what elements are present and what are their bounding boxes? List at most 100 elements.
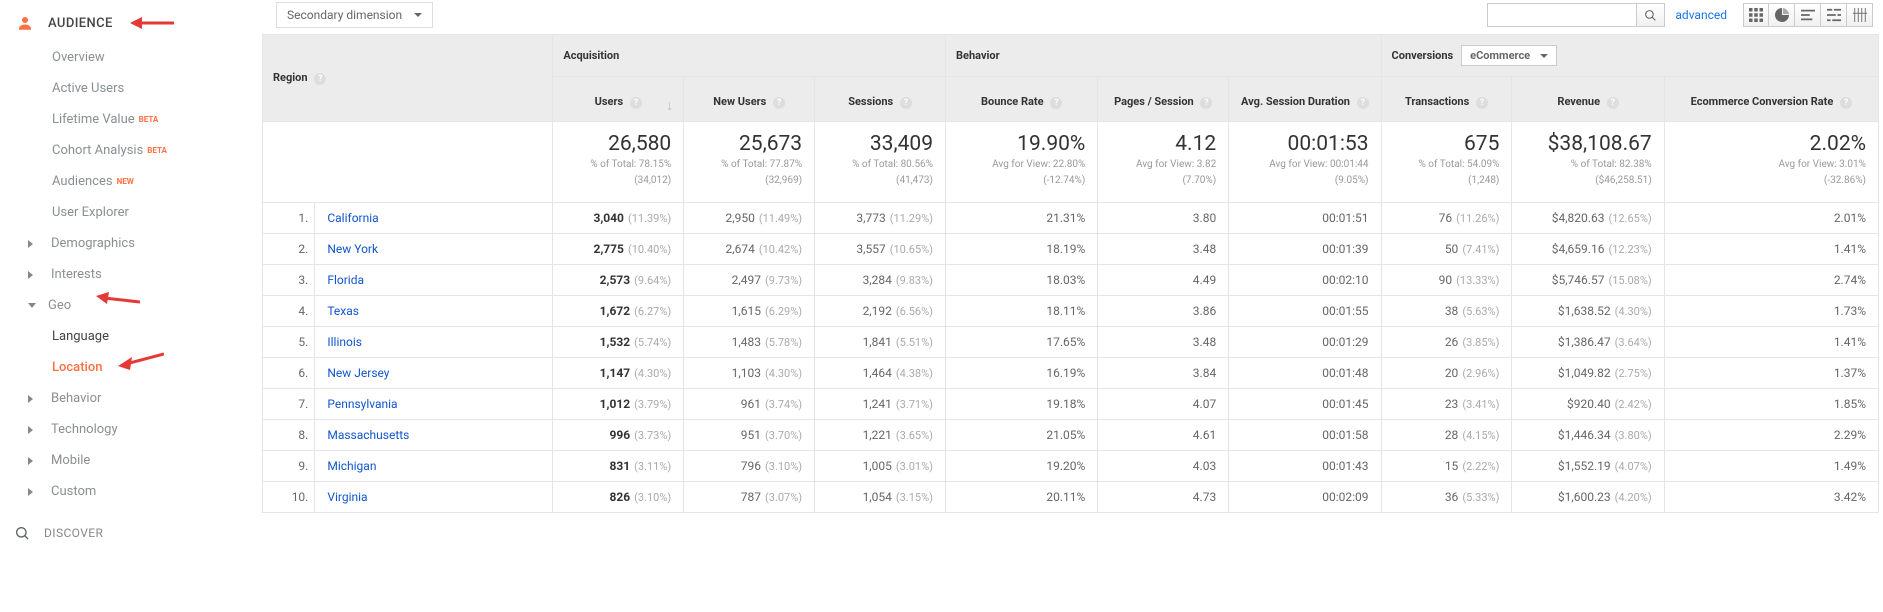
cell-users: 2,775(10.40%) xyxy=(553,234,684,265)
sidebar-item-overview[interactable]: Overview xyxy=(0,42,244,73)
help-icon[interactable]: ? xyxy=(1607,97,1619,109)
view-table-button[interactable] xyxy=(1743,3,1769,27)
view-comparison-button[interactable] xyxy=(1821,3,1847,27)
column-header-users[interactable]: Users ?↓ xyxy=(553,77,684,122)
cell-pages-session: 4.73 xyxy=(1098,482,1229,513)
cell-bounce-rate: 18.19% xyxy=(946,234,1098,265)
column-header-new-users[interactable]: New Users ? xyxy=(684,77,815,122)
help-icon[interactable]: ? xyxy=(1357,97,1369,109)
cell-new-users: 2,497(9.73%) xyxy=(684,265,815,296)
caret-right-icon xyxy=(28,426,37,434)
cell-users: 1,012(3.79%) xyxy=(553,389,684,420)
region-link[interactable]: Virginia xyxy=(327,490,367,504)
region-link[interactable]: California xyxy=(327,211,378,225)
sort-desc-icon: ↓ xyxy=(666,97,673,114)
help-icon[interactable]: ? xyxy=(773,97,785,109)
cell-avg-duration: 00:01:58 xyxy=(1229,420,1381,451)
row-index: 7. xyxy=(263,389,315,420)
sidebar-item-audiences[interactable]: AudiencesNEW xyxy=(0,166,244,197)
help-icon[interactable]: ? xyxy=(314,73,326,85)
sidebar-group-demographics[interactable]: Demographics xyxy=(0,228,244,259)
column-header-bounce-rate[interactable]: Bounce Rate ? xyxy=(946,77,1098,122)
region-link[interactable]: Texas xyxy=(327,304,359,318)
column-group-acquisition: Acquisition xyxy=(553,35,946,77)
sidebar-item-label: User Explorer xyxy=(52,205,129,220)
region-link[interactable]: Illinois xyxy=(327,335,362,349)
column-header-region[interactable]: Region ? xyxy=(263,35,553,122)
summary-blank-cell xyxy=(263,122,553,203)
report-content: Secondary dimension advanced xyxy=(244,0,1883,549)
sidebar-group-custom[interactable]: Custom xyxy=(0,476,244,507)
search-input[interactable] xyxy=(1487,3,1637,27)
sidebar-group-mobile[interactable]: Mobile xyxy=(0,445,244,476)
help-icon[interactable]: ? xyxy=(1840,97,1852,109)
view-toggle-group xyxy=(1743,3,1873,27)
sidebar: AUDIENCE Overview Active Users Lifetime … xyxy=(0,0,244,549)
table-row: 5.Illinois1,532(5.74%)1,483(5.78%)1,841(… xyxy=(263,327,1879,358)
caret-right-icon xyxy=(28,271,37,279)
cell-sessions: 3,773(11.29%) xyxy=(815,203,946,234)
view-performance-button[interactable] xyxy=(1795,3,1821,27)
sidebar-item-location[interactable]: Location xyxy=(0,352,244,383)
cell-transactions: 38(5.63%) xyxy=(1381,296,1512,327)
cell-new-users: 2,674(10.42%) xyxy=(684,234,815,265)
conversions-select[interactable]: eCommerce xyxy=(1461,45,1557,66)
cell-pages-session: 3.48 xyxy=(1098,327,1229,358)
summary-users: 26,580% of Total: 78.15%(34,012) xyxy=(553,122,684,203)
view-pivot-button[interactable] xyxy=(1847,3,1873,27)
region-link[interactable]: New Jersey xyxy=(327,366,389,380)
cell-users: 996(3.73%) xyxy=(553,420,684,451)
sidebar-item-label: Technology xyxy=(51,422,118,437)
secondary-dimension-button[interactable]: Secondary dimension xyxy=(276,2,433,28)
cell-bounce-rate: 21.05% xyxy=(946,420,1098,451)
sidebar-item-user-explorer[interactable]: User Explorer xyxy=(0,197,244,228)
help-icon[interactable]: ? xyxy=(630,97,642,109)
sidebar-section-discover[interactable]: DISCOVER xyxy=(0,507,244,549)
region-link[interactable]: Florida xyxy=(327,273,364,287)
sidebar-section-title: DISCOVER xyxy=(44,526,103,540)
cell-transactions: 36(5.33%) xyxy=(1381,482,1512,513)
help-icon[interactable]: ? xyxy=(1200,97,1212,109)
column-header-transactions[interactable]: Transactions ? xyxy=(1381,77,1512,122)
report-table: Region ? Acquisition Behavior Conversion… xyxy=(262,34,1879,513)
search-group xyxy=(1487,3,1665,27)
sidebar-group-technology[interactable]: Technology xyxy=(0,414,244,445)
pie-icon xyxy=(1775,8,1789,22)
region-link[interactable]: Michigan xyxy=(327,459,376,473)
region-link[interactable]: New York xyxy=(327,242,378,256)
column-header-revenue[interactable]: Revenue ? xyxy=(1512,77,1664,122)
cell-bounce-rate: 17.65% xyxy=(946,327,1098,358)
column-header-ecr[interactable]: Ecommerce Conversion Rate ? xyxy=(1664,77,1878,122)
cell-new-users: 961(3.74%) xyxy=(684,389,815,420)
search-button[interactable] xyxy=(1637,3,1665,27)
sidebar-group-interests[interactable]: Interests xyxy=(0,259,244,290)
column-header-pages-session[interactable]: Pages / Session ? xyxy=(1098,77,1229,122)
header-label: Region xyxy=(273,71,308,84)
help-icon[interactable]: ? xyxy=(1050,97,1062,109)
cell-bounce-rate: 18.11% xyxy=(946,296,1098,327)
region-link[interactable]: Massachusetts xyxy=(327,428,409,442)
advanced-link[interactable]: advanced xyxy=(1675,8,1727,22)
column-header-sessions[interactable]: Sessions ? xyxy=(815,77,946,122)
column-header-avg-duration[interactable]: Avg. Session Duration ? xyxy=(1229,77,1381,122)
sidebar-item-label: Audiences xyxy=(52,174,113,189)
help-icon[interactable]: ? xyxy=(900,97,912,109)
sidebar-item-language[interactable]: Language xyxy=(0,321,244,352)
cell-transactions: 20(2.96%) xyxy=(1381,358,1512,389)
sidebar-group-geo[interactable]: Geo xyxy=(0,290,244,321)
sidebar-item-active-users[interactable]: Active Users xyxy=(0,73,244,104)
help-icon[interactable]: ? xyxy=(1476,97,1488,109)
sidebar-group-behavior[interactable]: Behavior xyxy=(0,383,244,414)
summary-ecr: 2.02%Avg for View: 3.01%(-32.86%) xyxy=(1664,122,1878,203)
cell-bounce-rate: 19.20% xyxy=(946,451,1098,482)
row-index: 2. xyxy=(263,234,315,265)
cell-transactions: 15(2.22%) xyxy=(1381,451,1512,482)
cell-ecr: 2.01% xyxy=(1664,203,1878,234)
view-pie-button[interactable] xyxy=(1769,3,1795,27)
sidebar-item-lifetime-value[interactable]: Lifetime ValueBETA xyxy=(0,104,244,135)
sidebar-item-cohort-analysis[interactable]: Cohort AnalysisBETA xyxy=(0,135,244,166)
cell-pages-session: 3.84 xyxy=(1098,358,1229,389)
sidebar-section-audience[interactable]: AUDIENCE xyxy=(0,4,244,42)
cell-ecr: 1.41% xyxy=(1664,234,1878,265)
region-link[interactable]: Pennsylvania xyxy=(327,397,397,411)
